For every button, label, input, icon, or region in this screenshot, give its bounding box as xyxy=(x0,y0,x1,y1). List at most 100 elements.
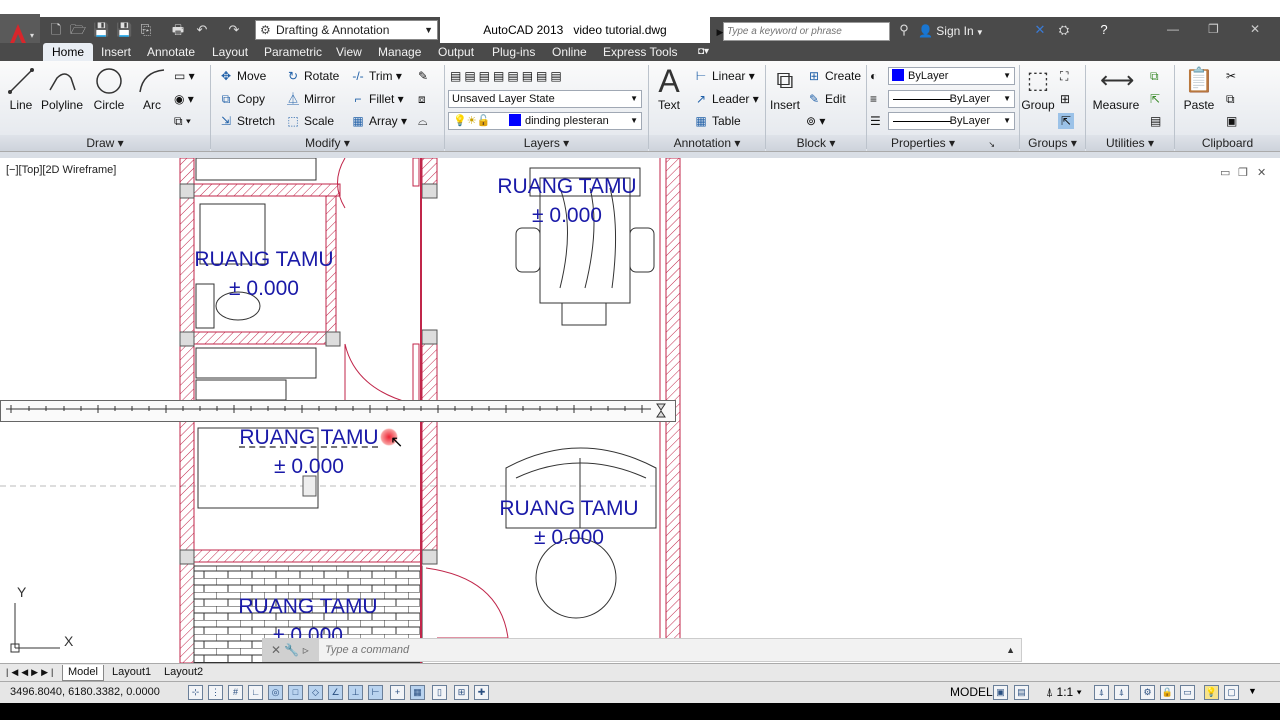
tab-online[interactable]: Online xyxy=(552,43,587,61)
grid-display-icon[interactable]: # xyxy=(228,685,243,700)
lineweight-dropdown[interactable]: ByLayer ▼ xyxy=(888,90,1015,108)
print-icon[interactable]: 🖶 xyxy=(170,22,186,38)
drawing-viewport[interactable]: [−][Top][2D Wireframe] ▭ ❐ ✕ RUANG TAMU ±… xyxy=(0,158,1280,663)
trim-button[interactable]: -/- Trim ▾ xyxy=(350,68,402,84)
model-space-label[interactable]: MODEL xyxy=(950,685,993,699)
layer-state-dropdown[interactable]: Unsaved Layer State ▼ xyxy=(448,90,642,108)
linetype-dropdown[interactable]: ByLayer ▼ xyxy=(888,112,1015,130)
measure-button[interactable]: ⟷ Measure xyxy=(1090,66,1142,112)
tab-view[interactable]: View xyxy=(336,43,362,61)
viewport-close-icon[interactable]: ✕ xyxy=(1257,166,1266,179)
move-button[interactable]: ✥ Move xyxy=(218,68,266,84)
arc-button[interactable]: Arc xyxy=(136,66,168,112)
properties-panel-title[interactable]: Properties ▾ ↘ xyxy=(867,135,1019,151)
clipboard-panel-title[interactable]: Clipboard xyxy=(1175,135,1280,151)
dynamic-ucs-icon[interactable]: ⊥ xyxy=(348,685,363,700)
hardware-acceleration-icon[interactable]: ▭ xyxy=(1180,685,1195,700)
tab-insert[interactable]: Insert xyxy=(101,43,131,61)
text-editor-ruler[interactable] xyxy=(0,400,676,422)
rotate-button[interactable]: ↻ Rotate xyxy=(285,68,339,84)
close-icon[interactable]: ✕ xyxy=(271,643,281,657)
wrench-icon[interactable]: 🔧 xyxy=(284,643,299,657)
status-menu-icon[interactable]: ▼ xyxy=(1248,686,1257,696)
tab-manage[interactable]: Manage xyxy=(378,43,421,61)
match-properties-icon[interactable]: ▣ xyxy=(1226,113,1237,129)
leader-button[interactable]: ↗ Leader ▾ xyxy=(693,91,759,107)
viewport-minimize-icon[interactable]: ▭ xyxy=(1220,166,1230,179)
annotation-panel-title[interactable]: Annotation ▾ xyxy=(649,135,765,151)
calculator-icon[interactable]: ▤ xyxy=(1150,113,1161,129)
command-line[interactable]: ✕ 🔧 ▹ ▲ xyxy=(262,638,1022,662)
workspace-selector[interactable]: ⚙ Drafting & Annotation ▼ xyxy=(255,20,438,40)
group-edit-icon[interactable]: ⊞ xyxy=(1060,91,1070,107)
ortho-mode-icon[interactable]: ∟ xyxy=(248,685,263,700)
paste-button[interactable]: 📋 Paste xyxy=(1180,66,1218,112)
quick-view-drawings-icon[interactable]: ▤ xyxy=(1014,685,1029,700)
minimize-icon[interactable]: — xyxy=(1167,22,1179,36)
viewport-restore-icon[interactable]: ❐ xyxy=(1238,166,1248,179)
modify-panel-title[interactable]: Modify ▾ xyxy=(211,135,444,151)
color-dropdown[interactable]: ByLayer ▼ xyxy=(888,67,1015,85)
command-input[interactable] xyxy=(325,641,995,659)
linetype-icon[interactable]: ☰ xyxy=(870,113,881,129)
tab-layout1[interactable]: Layout1 xyxy=(112,665,151,680)
annotation-scale[interactable]: ⍋ 1:1 ▾ xyxy=(1046,685,1082,700)
search-input[interactable] xyxy=(723,22,890,41)
auto-scale-icon[interactable]: ⍋ xyxy=(1114,685,1129,700)
command-history-arrow-icon[interactable]: ▲ xyxy=(1006,639,1015,661)
room-label[interactable]: RUANG TAMU ± 0.000 xyxy=(470,172,664,230)
circle-button[interactable]: Circle xyxy=(90,66,128,112)
create-block-button[interactable]: ⊞ Create xyxy=(806,68,861,84)
room-label[interactable]: RUANG TAMU ± 0.000 xyxy=(168,245,360,303)
rectangle-icon[interactable]: ▭ ▾ xyxy=(174,68,195,84)
lock-icon[interactable]: 🔒 xyxy=(1160,685,1175,700)
explode-icon[interactable]: ⧈ xyxy=(418,91,426,107)
layers-panel-title[interactable]: Layers ▾ xyxy=(445,135,648,151)
plot-icon[interactable]: ⎘ xyxy=(138,22,154,38)
quick-properties-icon[interactable]: ▯ xyxy=(432,685,447,700)
region-icon[interactable]: ⧉ ▾ xyxy=(174,113,191,129)
3d-object-snap-icon[interactable]: ◇ xyxy=(308,685,323,700)
coordinate-readout[interactable]: 3496.8040, 6180.3382, 0.0000 xyxy=(10,686,160,698)
annotation-visibility-icon[interactable]: ⍋ xyxy=(1094,685,1109,700)
new-file-icon[interactable]: 🗋 xyxy=(48,22,64,38)
tab-output[interactable]: Output xyxy=(438,43,474,61)
clean-screen-icon[interactable]: ▢ xyxy=(1224,685,1239,700)
tab-navigation-icons[interactable]: |◀◀▶▶| xyxy=(6,665,56,680)
tab-parametric[interactable]: Parametric xyxy=(264,43,322,61)
room-label-selected[interactable]: RUANG TAMU ± 0.000 xyxy=(212,423,406,481)
save-icon[interactable]: 💾 xyxy=(93,22,109,38)
annotation-monitor-icon[interactable]: ✚ xyxy=(474,685,489,700)
utilities-panel-title[interactable]: Utilities ▾ xyxy=(1086,135,1174,151)
undo-icon[interactable]: ↶ xyxy=(194,22,210,38)
linear-button[interactable]: ⊢ Linear ▾ xyxy=(693,68,755,84)
selection-cycling-icon[interactable]: ⊞ xyxy=(454,685,469,700)
line-button[interactable]: Line xyxy=(5,66,37,112)
room-label[interactable]: RUANG TAMU ± 0.000 xyxy=(472,494,666,552)
array-button[interactable]: ▦ Array ▾ xyxy=(350,113,407,129)
tab-annotate[interactable]: Annotate xyxy=(147,43,195,61)
draw-panel-title[interactable]: Draw ▾ xyxy=(0,135,210,151)
history-icon[interactable]: ▹ xyxy=(303,643,309,657)
tab-model[interactable]: Model xyxy=(62,665,104,681)
open-file-icon[interactable]: 🗁 xyxy=(70,22,86,38)
polyline-button[interactable]: Polyline xyxy=(40,66,84,112)
snap-mode-icon[interactable]: ⋮ xyxy=(208,685,223,700)
restore-icon[interactable]: ❐ xyxy=(1208,22,1219,36)
hatch-icon[interactable]: ◉ ▾ xyxy=(174,91,194,107)
attribute-icon[interactable]: ⊚ ▾ xyxy=(806,113,825,129)
quick-select-icon[interactable]: ⧉ xyxy=(1150,68,1159,84)
tab-plugins[interactable]: Plug-ins xyxy=(492,43,535,61)
layer-dropdown[interactable]: 💡☀🔓 dinding plesteran ▼ xyxy=(448,112,642,130)
erase-icon[interactable]: ✎ xyxy=(418,68,428,84)
help-icon[interactable]: ? xyxy=(1096,22,1112,38)
object-snap-tracking-icon[interactable]: ∠ xyxy=(328,685,343,700)
tab-layout[interactable]: Layout xyxy=(212,43,248,61)
object-snap-icon[interactable]: □ xyxy=(288,685,303,700)
close-icon[interactable]: ✕ xyxy=(1250,22,1260,36)
group-button[interactable]: ⬚ Group xyxy=(1021,66,1055,112)
select-all-icon[interactable]: ⇱ xyxy=(1150,91,1160,107)
groups-panel-title[interactable]: Groups ▾ xyxy=(1020,135,1085,151)
cut-icon[interactable]: ✂ xyxy=(1226,68,1236,84)
scale-button[interactable]: ⬚ Scale xyxy=(285,113,334,129)
